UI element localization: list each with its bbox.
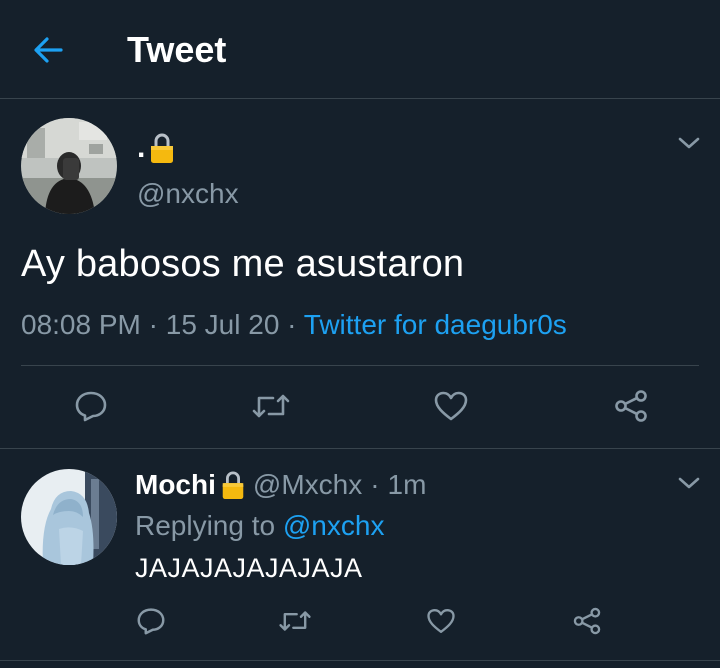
- tweet-options-button[interactable]: [674, 128, 704, 158]
- replying-to-label: Replying to: [135, 510, 276, 541]
- reply-text: JAJAJAJAJAJAJA: [135, 553, 363, 583]
- divider: [0, 448, 720, 449]
- chevron-down-icon: [678, 137, 700, 149]
- share-button[interactable]: [608, 386, 654, 426]
- like-icon: [427, 609, 455, 633]
- tweet-text: Ay babosos me asustaron: [21, 243, 465, 285]
- reply-button[interactable]: [68, 386, 114, 426]
- tweet-time: 08:08 PM: [21, 309, 141, 340]
- display-name: .: [137, 131, 146, 164]
- divider: [0, 660, 720, 661]
- back-button[interactable]: [26, 30, 70, 70]
- reply-timestamp[interactable]: 1m: [388, 469, 427, 501]
- tweet-author-handle[interactable]: @nxchx: [137, 176, 239, 212]
- reply-icon: [75, 391, 107, 422]
- replying-to-line: Replying to @nxchx: [135, 508, 384, 544]
- reply-author-handle[interactable]: @Mxchx: [253, 469, 362, 501]
- meta-separator: ·: [287, 309, 297, 340]
- page-title: Tweet: [127, 29, 227, 70]
- tweet-author-name[interactable]: .: [137, 128, 177, 168]
- lock-icon: [151, 133, 174, 163]
- reply-icon: [137, 608, 165, 635]
- meta-separator: ·: [370, 469, 380, 500]
- tweet-meta: 08:08 PM · 15 Jul 20 · Twitter for daegu…: [21, 306, 567, 344]
- reply-button[interactable]: [130, 602, 172, 640]
- replying-to-mention[interactable]: @nxchx: [283, 510, 385, 541]
- like-button[interactable]: [428, 386, 474, 426]
- retweet-button[interactable]: [248, 386, 294, 426]
- chevron-down-icon: [678, 477, 700, 489]
- tweet-date: 15 Jul 20: [165, 309, 280, 340]
- meta-separator: ·: [148, 309, 158, 340]
- divider: [21, 365, 699, 366]
- retweet-icon: [279, 611, 311, 631]
- share-icon: [573, 607, 601, 635]
- retweet-button[interactable]: [274, 602, 316, 640]
- reply-author-name[interactable]: Mochi: [135, 469, 216, 501]
- tweet-source-link[interactable]: Twitter for daegubr0s: [304, 309, 567, 340]
- retweet-icon: [252, 394, 290, 418]
- reply-options-button[interactable]: [674, 468, 704, 498]
- share-icon: [615, 390, 647, 422]
- like-icon: [434, 391, 468, 421]
- avatar[interactable]: [21, 118, 117, 214]
- arrow-left-icon: [34, 37, 63, 63]
- reply-header: Mochi @Mxchx · 1m: [135, 466, 426, 504]
- like-button[interactable]: [420, 602, 462, 640]
- share-button[interactable]: [566, 602, 608, 640]
- lock-icon: [222, 471, 244, 499]
- avatar[interactable]: [21, 469, 117, 565]
- top-bar: Tweet: [0, 0, 720, 99]
